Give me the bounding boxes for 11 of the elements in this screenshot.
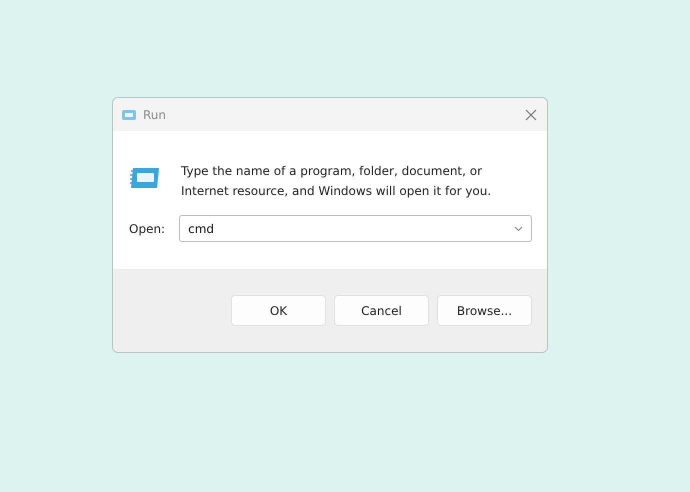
run-app-icon [129, 165, 161, 191]
cancel-button[interactable]: Cancel [334, 295, 429, 326]
ok-button[interactable]: OK [231, 295, 326, 326]
open-label: Open: [129, 222, 166, 236]
open-combo-field[interactable]: cmd [179, 215, 532, 242]
close-icon[interactable] [525, 108, 537, 120]
instruction-text: Type the name of a program, folder, document, or Internet resource, and Windows will open it for you. [181, 163, 492, 200]
window-title: Run [143, 108, 166, 122]
run-app-icon [121, 108, 137, 120]
browse-button[interactable]: Browse... [437, 295, 532, 326]
dropdown-icon[interactable] [514, 226, 523, 232]
